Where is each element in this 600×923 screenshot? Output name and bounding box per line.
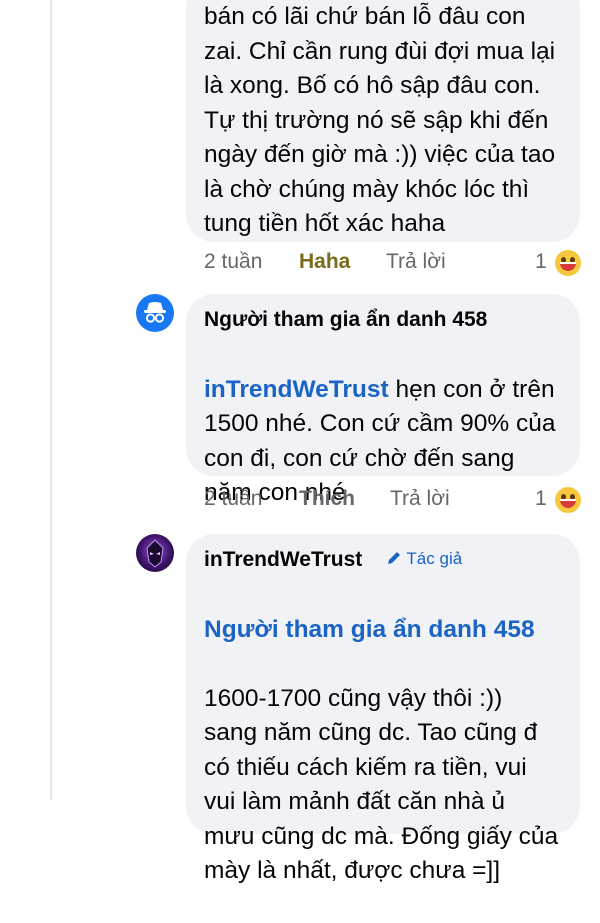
like-button[interactable]: Thích: [299, 487, 355, 511]
haha-emoji-icon: [555, 250, 581, 276]
author-avatar-icon[interactable]: [136, 534, 174, 572]
comment-bubble: bán có lãi chứ bán lỗ đâu con zai. Chỉ c…: [186, 0, 580, 242]
comment-bubble: Người tham gia ẩn danh 458 inTrendWeTrus…: [186, 294, 580, 506]
anonymous-avatar-icon[interactable]: [136, 294, 174, 332]
comment-actions: 2 tuần Thích Trả lời: [204, 487, 484, 517]
haha-emoji-icon: [555, 487, 581, 513]
comment-text: bán có lãi chứ bán lỗ đâu con zai. Chỉ c…: [204, 3, 556, 237]
comment-text: Người tham gia ẩn danh 458 1600-1700 cũn…: [204, 578, 562, 923]
reply-button[interactable]: Trả lời: [386, 250, 446, 274]
comment-timestamp[interactable]: 2 tuần: [204, 487, 262, 511]
comment-bubble: inTrendWeTrust Tác giả Người tham gia ẩn…: [186, 534, 580, 884]
comment-text-body: 1600-1700 cũng vậy thôi :)) sang năm cũn…: [204, 684, 559, 885]
reaction-summary[interactable]: 1: [535, 487, 585, 517]
reaction-count: 1: [535, 250, 547, 273]
reaction-count: 1: [535, 487, 547, 510]
mention-link[interactable]: inTrendWeTrust: [204, 376, 389, 403]
reaction-summary[interactable]: 1: [535, 250, 585, 280]
thread-line: [50, 0, 52, 800]
comment-timestamp[interactable]: 2 tuần: [204, 250, 262, 274]
haha-reaction-button[interactable]: Haha: [299, 250, 350, 274]
author-badge-label: Tác giả: [406, 549, 463, 568]
reply-button[interactable]: Trả lời: [390, 487, 450, 511]
comment-text-first-line: hẹn con ở trên: [388, 375, 555, 403]
author-badge: Tác giả: [386, 549, 462, 569]
pencil-icon: [388, 552, 400, 564]
comment-author[interactable]: inTrendWeTrust: [204, 548, 362, 571]
mention-link[interactable]: Người tham gia ẩn danh 458: [204, 613, 562, 648]
comment-author[interactable]: Người tham gia ẩn danh 458: [204, 306, 562, 334]
comment-actions: 2 tuần Haha Trả lời: [204, 250, 484, 280]
